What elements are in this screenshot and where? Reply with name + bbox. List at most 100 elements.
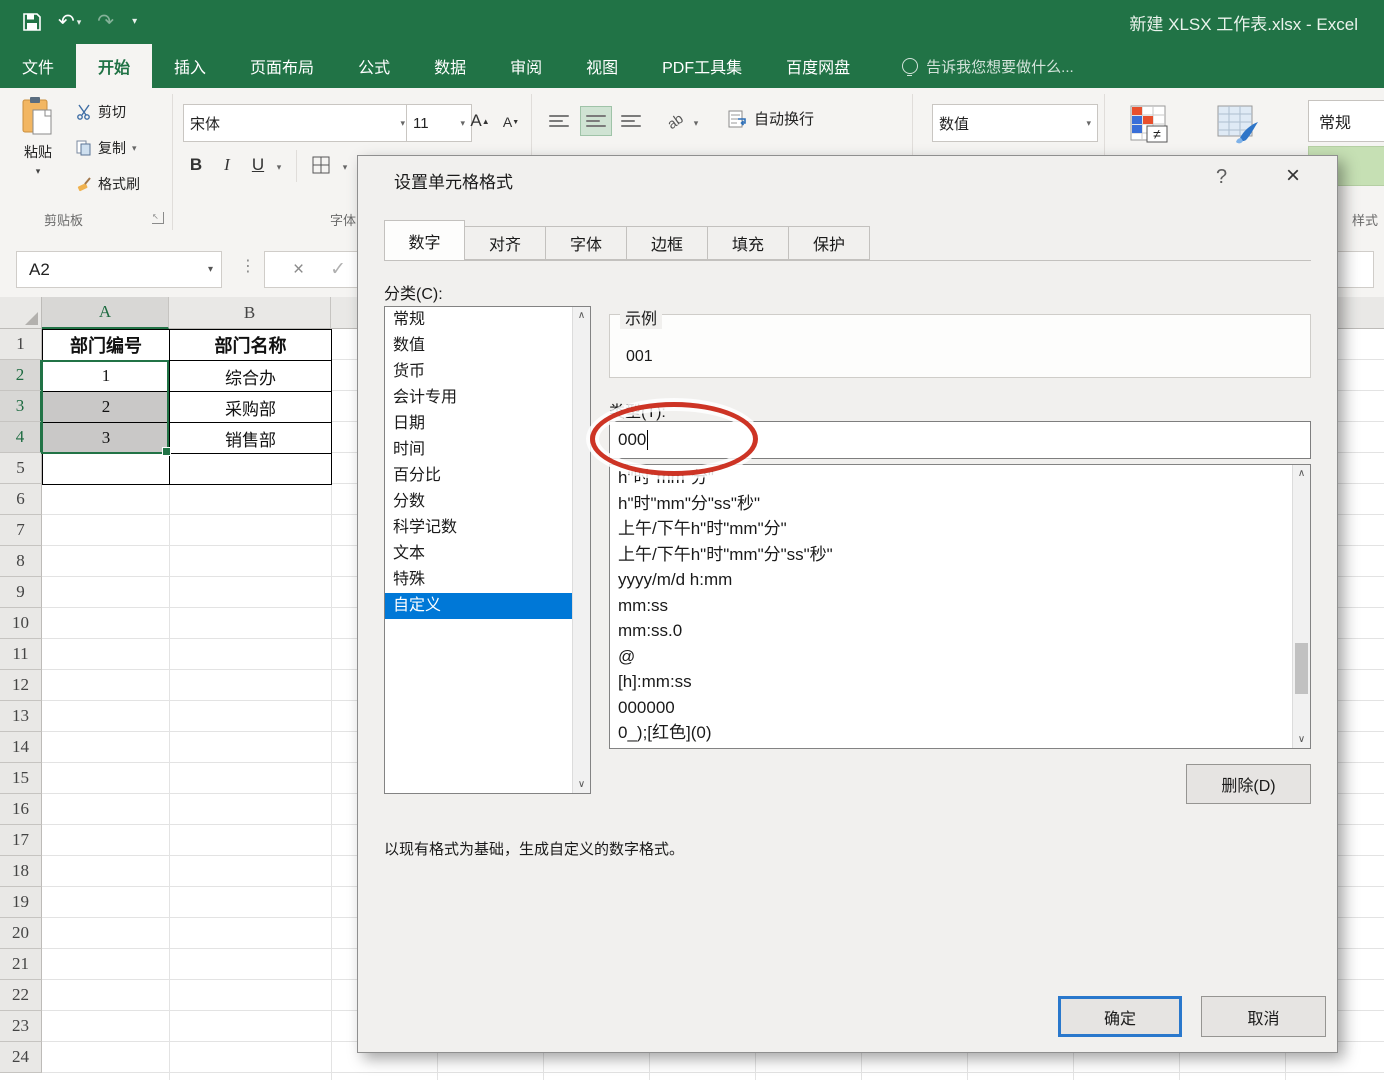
cancel-icon[interactable]: ×: [293, 259, 304, 281]
category-item[interactable]: 特殊: [385, 567, 573, 593]
category-item[interactable]: 货币: [385, 359, 573, 385]
column-header[interactable]: B: [169, 297, 331, 329]
dialog-tab[interactable]: 对齐: [465, 226, 546, 260]
shrink-font-button[interactable]: A▼: [498, 108, 524, 136]
conditional-formatting-button[interactable]: ≠: [1120, 98, 1178, 154]
enter-icon[interactable]: ✓: [330, 258, 346, 281]
top-align-button[interactable]: [544, 106, 576, 136]
dialog-tab[interactable]: 字体: [546, 226, 627, 260]
row-header[interactable]: 17: [0, 825, 42, 856]
bottom-align-button[interactable]: [616, 106, 648, 136]
cut-button[interactable]: 剪切: [76, 102, 126, 122]
format-code-item[interactable]: h"时"mm"分": [610, 465, 1293, 491]
format-code-item[interactable]: mm:ss: [610, 593, 1293, 619]
dialog-tab[interactable]: 保护: [789, 226, 870, 260]
ribbon-tab[interactable]: PDF工具集: [640, 44, 764, 88]
name-box[interactable]: A2 ▾: [16, 251, 222, 288]
cell[interactable]: 部门编号: [43, 330, 170, 361]
scroll-down-icon[interactable]: ∨: [1293, 731, 1310, 748]
row-header[interactable]: 12: [0, 670, 42, 701]
scroll-up-icon[interactable]: ∧: [1293, 465, 1310, 482]
help-icon[interactable]: ?: [1216, 166, 1227, 189]
category-item[interactable]: 文本: [385, 541, 573, 567]
row-header[interactable]: 6: [0, 484, 42, 515]
cell[interactable]: [170, 454, 332, 485]
cell[interactable]: 综合办: [170, 361, 332, 392]
select-all-corner[interactable]: [0, 297, 42, 329]
format-code-item[interactable]: @: [610, 644, 1293, 670]
category-item[interactable]: 自定义: [385, 593, 573, 619]
type-input[interactable]: 000: [609, 421, 1311, 459]
cell[interactable]: 3: [43, 423, 170, 454]
column-header[interactable]: A: [42, 297, 169, 329]
undo-dropdown-icon[interactable]: ▾: [77, 18, 82, 27]
bold-button[interactable]: B: [183, 150, 209, 180]
format-code-item[interactable]: 上午/下午h"时"mm"分"ss"秒": [610, 542, 1293, 568]
undo-button[interactable]: ↶▾: [58, 12, 81, 32]
qat-customize-icon[interactable]: ▾: [130, 17, 137, 27]
cell[interactable]: 部门名称: [170, 330, 332, 361]
row-header[interactable]: 1: [0, 329, 42, 360]
close-icon[interactable]: ×: [1286, 162, 1300, 190]
format-code-item[interactable]: h"时"mm"分"ss"秒": [610, 491, 1293, 517]
orientation-dropdown-icon[interactable]: ▾: [690, 110, 702, 136]
category-item[interactable]: 百分比: [385, 463, 573, 489]
grow-font-button[interactable]: A▲: [466, 106, 494, 136]
category-scrollbar[interactable]: ∧ ∨: [572, 307, 590, 793]
scroll-up-icon[interactable]: ∧: [573, 307, 590, 324]
middle-align-button[interactable]: [580, 106, 612, 136]
borders-dropdown-icon[interactable]: ▾: [338, 154, 352, 180]
ribbon-tab[interactable]: 插入: [152, 44, 228, 88]
copy-dropdown-icon[interactable]: ▾: [132, 143, 137, 154]
format-code-item[interactable]: 0_);[红色](0): [610, 720, 1293, 746]
save-icon[interactable]: [22, 12, 42, 32]
format-as-table-button[interactable]: [1210, 98, 1268, 154]
row-header[interactable]: 22: [0, 980, 42, 1011]
scroll-down-icon[interactable]: ∨: [573, 776, 590, 793]
category-item[interactable]: 时间: [385, 437, 573, 463]
ribbon-tab[interactable]: 审阅: [488, 44, 564, 88]
ribbon-tab[interactable]: 数据: [412, 44, 488, 88]
font-size-combo[interactable]: 11▾: [406, 104, 472, 142]
paste-button[interactable]: 粘贴 ▾: [14, 96, 62, 204]
row-header[interactable]: 19: [0, 887, 42, 918]
row-header[interactable]: 5: [0, 453, 42, 484]
format-painter-button[interactable]: 格式刷: [76, 174, 140, 194]
dialog-tab[interactable]: 数字: [384, 220, 465, 260]
tell-me-box[interactable]: 告诉我您想要做什么...: [872, 44, 1074, 88]
row-header[interactable]: 15: [0, 763, 42, 794]
row-header[interactable]: 7: [0, 515, 42, 546]
row-header[interactable]: 9: [0, 577, 42, 608]
cell[interactable]: [43, 454, 170, 485]
row-header[interactable]: 3: [0, 391, 42, 422]
name-box-dropdown-icon[interactable]: ▾: [208, 264, 213, 275]
scrollbar-thumb[interactable]: [1295, 643, 1308, 694]
ribbon-tab[interactable]: 视图: [564, 44, 640, 88]
ribbon-tab[interactable]: 文件: [0, 44, 76, 88]
row-header[interactable]: 23: [0, 1011, 42, 1042]
delete-button[interactable]: 删除(D): [1186, 764, 1311, 804]
format-list-scrollbar[interactable]: ∧ ∨: [1292, 465, 1310, 748]
cell-style-box[interactable]: 常规: [1308, 100, 1384, 142]
format-code-item[interactable]: yyyy/m/d h:mm: [610, 567, 1293, 593]
paste-dropdown-icon[interactable]: ▾: [36, 166, 41, 177]
redo-button[interactable]: ↷: [97, 12, 114, 32]
formula-bar-dots-icon[interactable]: ⋮: [240, 256, 256, 276]
format-code-list[interactable]: h"时"mm"分"h"时"mm"分"ss"秒"上午/下午h"时"mm"分"上午/…: [609, 464, 1311, 749]
ribbon-tab[interactable]: 开始: [76, 44, 152, 88]
row-header[interactable]: 11: [0, 639, 42, 670]
cell[interactable]: 销售部: [170, 423, 332, 454]
ribbon-tab[interactable]: 页面布局: [228, 44, 336, 88]
row-header[interactable]: 16: [0, 794, 42, 825]
category-item[interactable]: 科学记数: [385, 515, 573, 541]
row-header[interactable]: 14: [0, 732, 42, 763]
ribbon-tab[interactable]: 百度网盘: [764, 44, 872, 88]
italic-button[interactable]: I: [214, 150, 240, 180]
cell[interactable]: 采购部: [170, 392, 332, 423]
clipboard-dialog-launcher-icon[interactable]: ↘: [152, 212, 164, 224]
format-code-item[interactable]: [h]:mm:ss: [610, 669, 1293, 695]
font-name-combo[interactable]: 宋体▾: [183, 104, 412, 142]
row-header[interactable]: 4: [0, 422, 42, 453]
ribbon-tab[interactable]: 公式: [336, 44, 412, 88]
row-header[interactable]: 10: [0, 608, 42, 639]
